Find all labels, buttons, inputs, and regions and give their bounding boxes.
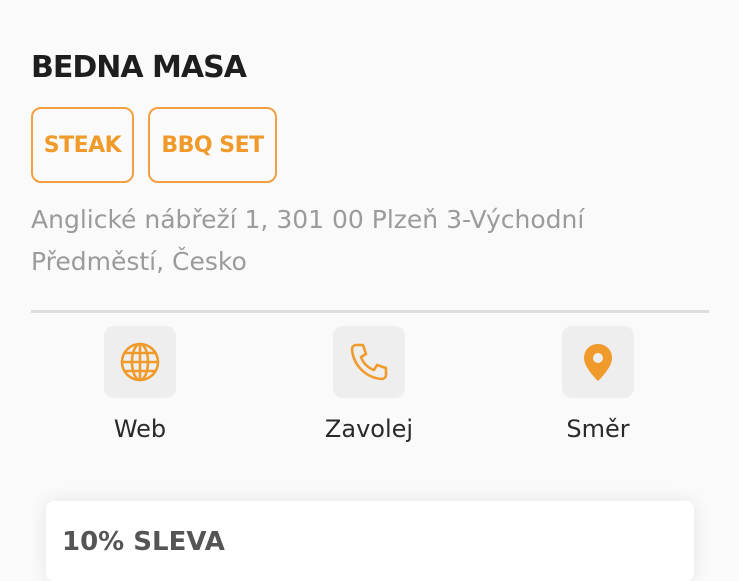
call-icon-box[interactable] — [333, 326, 405, 398]
map-pin-icon — [584, 344, 612, 381]
place-address: Anglické nábřeží 1, 301 00 Plzeň 3-Výcho… — [31, 205, 585, 276]
tag-steak[interactable]: STEAK — [31, 107, 134, 183]
web-button[interactable]: Web — [50, 326, 230, 443]
directions-icon-box[interactable] — [562, 326, 634, 398]
tag-bbq-set[interactable]: BBQ SET — [148, 107, 277, 183]
web-label: Web — [113, 415, 167, 443]
divider — [31, 310, 709, 313]
call-label: Zavolej — [324, 415, 414, 443]
tag-list: STEAK BBQ SET — [31, 107, 277, 183]
globe-icon — [120, 342, 160, 382]
offer-card[interactable]: 10% SLEVA — [46, 501, 694, 581]
phone-icon — [350, 343, 388, 381]
directions-button[interactable]: Směr — [508, 326, 688, 443]
call-button[interactable]: Zavolej — [279, 326, 459, 443]
directions-label: Směr — [566, 415, 630, 443]
web-icon-box[interactable] — [104, 326, 176, 398]
place-name: BEDNA MASA — [31, 50, 247, 85]
offer-title: 10% SLEVA — [62, 527, 225, 557]
